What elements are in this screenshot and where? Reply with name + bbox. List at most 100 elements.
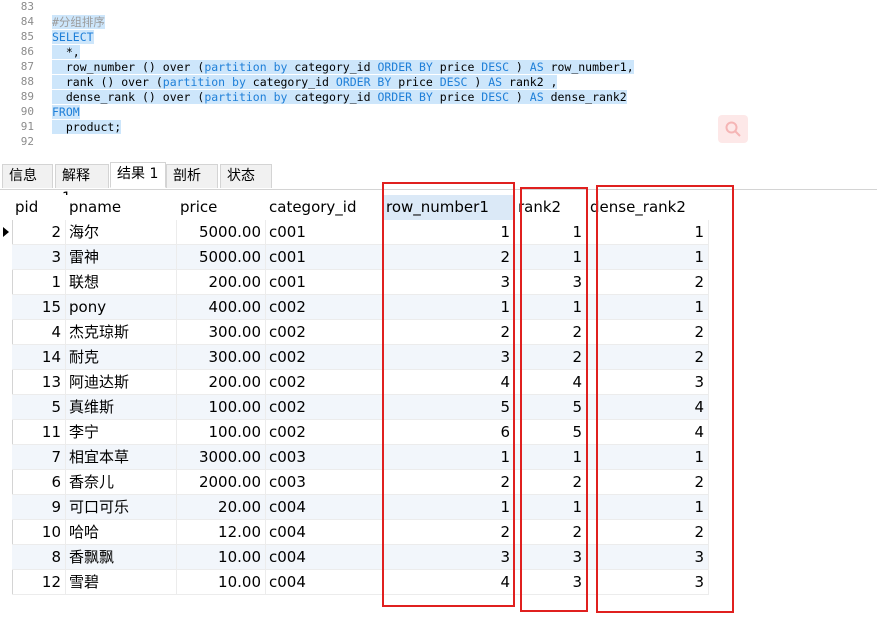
cell-price[interactable]: 10.00 — [177, 545, 266, 570]
cell-price[interactable]: 5000.00 — [177, 220, 266, 245]
cell-pname[interactable]: 耐克 — [66, 345, 177, 370]
sql-keyword: ORDER BY — [377, 90, 433, 104]
tab-info[interactable]: 信息 — [2, 164, 53, 188]
sql-keyword: DESC — [481, 90, 509, 104]
code-line: product; — [52, 120, 122, 135]
cell-category-id[interactable]: c002 — [266, 320, 383, 345]
column-header-price[interactable]: price — [177, 195, 266, 220]
cell-pid[interactable]: 9 — [12, 495, 66, 520]
cell-pid[interactable]: 13 — [12, 370, 66, 395]
line-number: 88 — [20, 75, 34, 88]
cell-price[interactable]: 300.00 — [177, 345, 266, 370]
line-number: 90 — [20, 105, 34, 118]
cell-pname[interactable]: 香飘飘 — [66, 545, 177, 570]
cell-category-id[interactable]: c002 — [266, 395, 383, 420]
code-line: row_number () over (partition by categor… — [52, 60, 634, 75]
cell-category-id[interactable]: c001 — [266, 220, 383, 245]
cell-category-id[interactable]: c002 — [266, 295, 383, 320]
cell-pid[interactable]: 15 — [12, 295, 66, 320]
selected-code: row_number () over (partition by categor… — [52, 60, 634, 74]
sql-keyword: DESC — [439, 75, 468, 89]
cell-price[interactable]: 400.00 — [177, 295, 266, 320]
column-header-pid[interactable]: pid — [12, 195, 66, 220]
tab-status[interactable]: 状态 — [220, 164, 272, 188]
cell-pid[interactable]: 4 — [12, 320, 66, 345]
cell-pid[interactable]: 10 — [12, 520, 66, 545]
cell-pid[interactable]: 11 — [12, 420, 66, 445]
sql-keyword: FROM — [52, 105, 80, 119]
cell-category-id[interactable]: c002 — [266, 420, 383, 445]
code-line: FROM — [52, 105, 80, 120]
cell-price[interactable]: 2000.00 — [177, 470, 266, 495]
cell-price[interactable]: 10.00 — [177, 570, 266, 595]
sql-keyword: partition by — [162, 75, 246, 89]
cell-pid[interactable]: 12 — [12, 570, 66, 595]
cell-pid[interactable]: 7 — [12, 445, 66, 470]
cell-price[interactable]: 100.00 — [177, 420, 266, 445]
line-number: 89 — [20, 90, 34, 103]
cell-category-id[interactable]: c004 — [266, 545, 383, 570]
cell-pid[interactable]: 8 — [12, 545, 66, 570]
tab-explain[interactable]: 解释 1 — [55, 164, 109, 206]
cell-price[interactable]: 12.00 — [177, 520, 266, 545]
cell-category-id[interactable]: c004 — [266, 495, 383, 520]
selected-code: rank () over (partition by category_id O… — [52, 75, 558, 89]
cell-pname[interactable]: 哈哈 — [66, 520, 177, 545]
sql-keyword: partition by — [204, 90, 288, 104]
sql-keyword: AS — [529, 60, 544, 74]
sql-token: price — [432, 90, 482, 104]
cell-category-id[interactable]: c001 — [266, 245, 383, 270]
cell-price[interactable]: 100.00 — [177, 395, 266, 420]
tab-profile[interactable]: 剖析 — [166, 164, 218, 188]
cell-pname[interactable]: 联想 — [66, 270, 177, 295]
cell-pname[interactable]: 阿迪达斯 — [66, 370, 177, 395]
code-line: rank () over (partition by category_id O… — [52, 75, 558, 90]
cell-pname[interactable]: 雪碧 — [66, 570, 177, 595]
sql-token: ) — [509, 60, 530, 74]
cell-pid[interactable]: 2 — [12, 220, 66, 245]
cell-price[interactable]: 200.00 — [177, 370, 266, 395]
cell-price[interactable]: 200.00 — [177, 270, 266, 295]
cell-price[interactable]: 300.00 — [177, 320, 266, 345]
cell-price[interactable]: 5000.00 — [177, 245, 266, 270]
cell-category-id[interactable]: c004 — [266, 570, 383, 595]
cell-pid[interactable]: 5 — [12, 395, 66, 420]
sql-token: category_id — [245, 75, 336, 89]
cell-pname[interactable]: pony — [66, 295, 177, 320]
cell-category-id[interactable]: c003 — [266, 445, 383, 470]
highlight-box-row-number1 — [382, 182, 515, 607]
cell-category-id[interactable]: c001 — [266, 270, 383, 295]
cell-pname[interactable]: 可口可乐 — [66, 495, 177, 520]
cell-pid[interactable]: 3 — [12, 245, 66, 270]
sql-editor[interactable]: 83 84 85 86 87 88 89 90 91 92 #分组排序 SELECT *, row_… — [0, 0, 877, 157]
cell-pname[interactable]: 海尔 — [66, 220, 177, 245]
code-line: dense_rank () over (partition by categor… — [52, 90, 627, 105]
cell-category-id[interactable]: c003 — [266, 470, 383, 495]
cell-pid[interactable]: 1 — [12, 270, 66, 295]
cell-pname[interactable]: 李宁 — [66, 420, 177, 445]
cell-pname[interactable]: 杰克琼斯 — [66, 320, 177, 345]
sql-comment: #分组排序 — [52, 15, 105, 29]
selected-code: dense_rank () over (partition by categor… — [52, 90, 627, 104]
column-header-category-id[interactable]: category_id — [266, 195, 383, 220]
cell-category-id[interactable]: c002 — [266, 345, 383, 370]
cell-pname[interactable]: 香奈儿 — [66, 470, 177, 495]
cell-pname[interactable]: 雷神 — [66, 245, 177, 270]
cell-pid[interactable]: 6 — [12, 470, 66, 495]
line-number: 92 — [20, 135, 34, 148]
selected-code: #分组排序 — [52, 15, 105, 29]
tab-result[interactable]: 结果 1 — [110, 162, 166, 188]
line-number: 84 — [20, 15, 34, 28]
column-header-pname[interactable]: pname — [66, 195, 177, 220]
sql-token: price — [432, 60, 482, 74]
search-icon[interactable] — [718, 115, 748, 143]
cell-pname[interactable]: 相宜本草 — [66, 445, 177, 470]
cell-price[interactable]: 3000.00 — [177, 445, 266, 470]
cell-pname[interactable]: 真维斯 — [66, 395, 177, 420]
sql-token: dense_rank () over ( — [52, 90, 205, 104]
cell-pid[interactable]: 14 — [12, 345, 66, 370]
cell-category-id[interactable]: c002 — [266, 370, 383, 395]
line-number: 83 — [20, 0, 34, 13]
cell-category-id[interactable]: c004 — [266, 520, 383, 545]
cell-price[interactable]: 20.00 — [177, 495, 266, 520]
